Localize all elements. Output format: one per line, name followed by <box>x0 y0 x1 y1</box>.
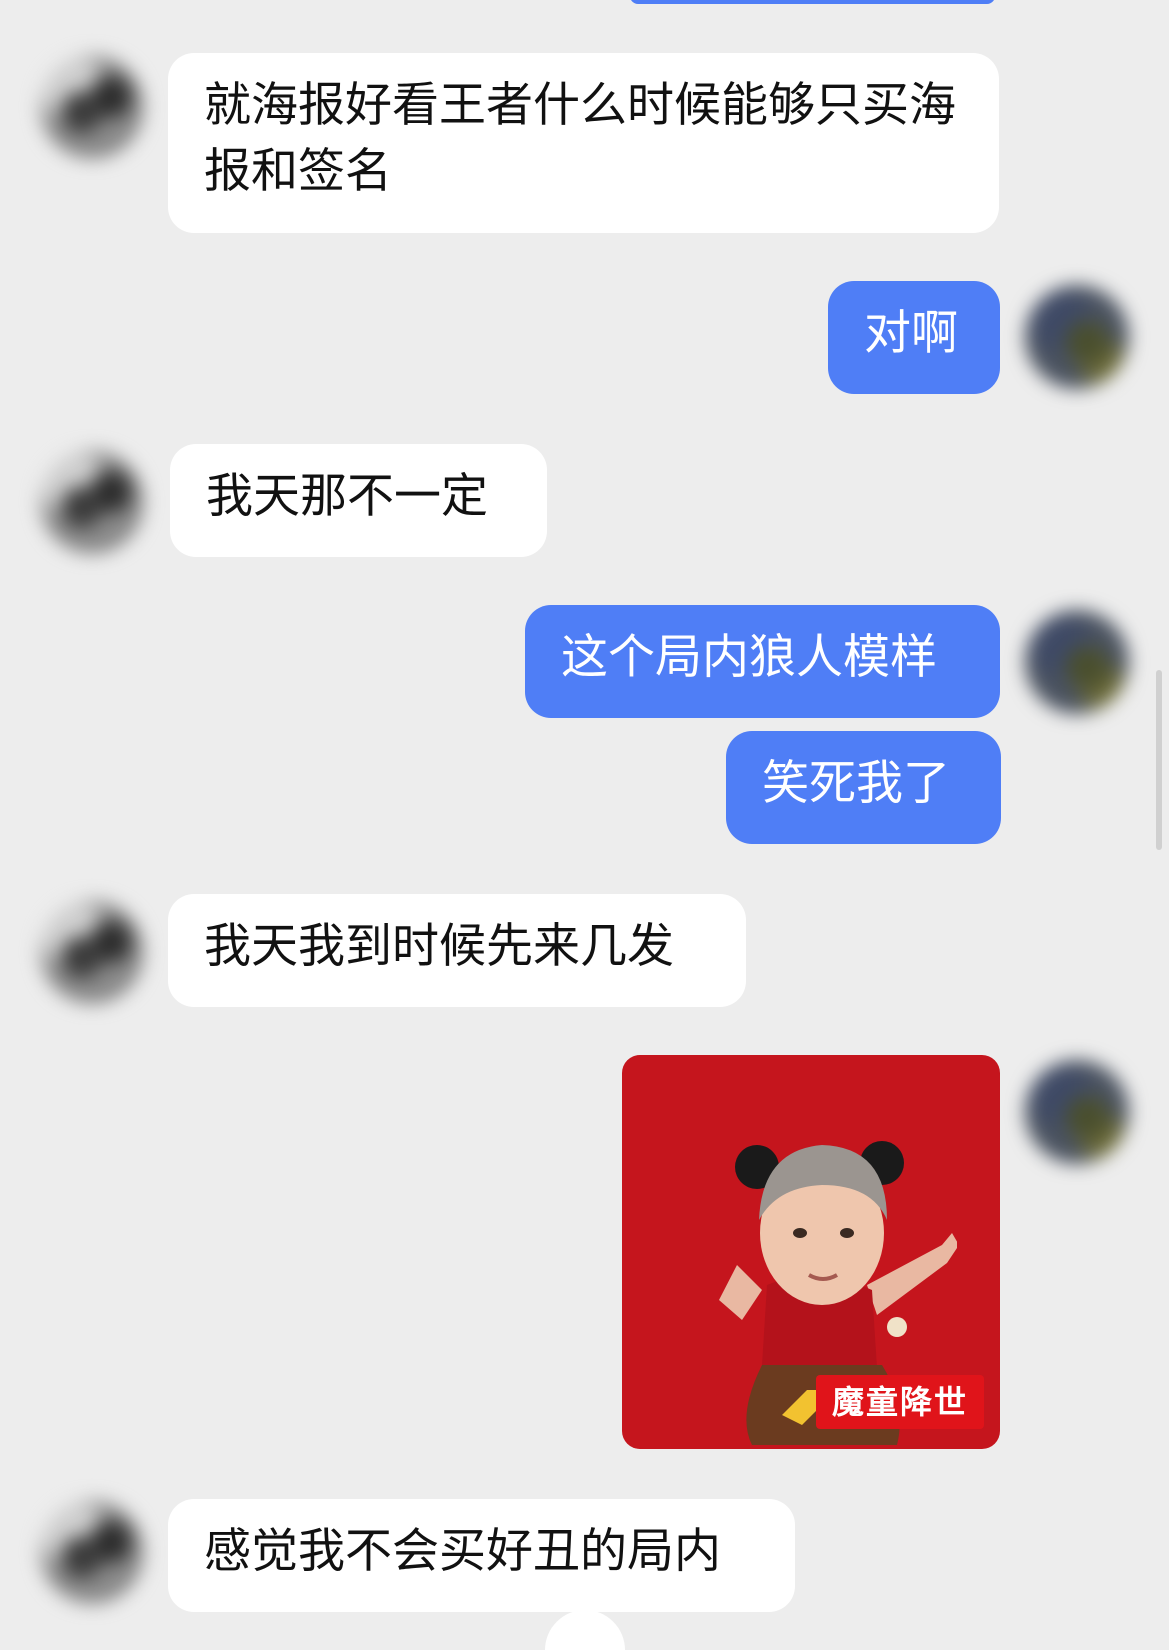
incoming-message-bubble[interactable]: 就海报好看王者什么时候能够只买海报和签名 <box>168 53 999 233</box>
contact-avatar[interactable] <box>40 450 144 554</box>
sticker-image[interactable]: 魔童降世 <box>622 1055 1000 1449</box>
outgoing-message-bubble[interactable]: 笑死我了 <box>726 731 1001 844</box>
incoming-message-bubble[interactable]: 感觉我不会买好丑的局内 <box>168 1499 795 1612</box>
contact-avatar[interactable] <box>40 900 144 1004</box>
contact-avatar[interactable] <box>40 55 144 159</box>
my-avatar[interactable] <box>1025 610 1129 714</box>
contact-avatar[interactable] <box>40 1500 144 1604</box>
scrollbar[interactable] <box>1156 670 1162 850</box>
incoming-message-bubble[interactable]: 我天我到时候先来几发 <box>168 894 746 1007</box>
my-avatar[interactable] <box>1025 285 1129 389</box>
outgoing-message-bubble[interactable]: 这个局内狼人模样 <box>525 605 1000 718</box>
incoming-message-bubble[interactable]: 我天那不一定 <box>170 444 547 557</box>
my-avatar[interactable] <box>1025 1060 1129 1164</box>
sticker-caption: 魔童降世 <box>815 1375 984 1429</box>
chat-thread: 就海报好看王者什么时候能够只买海报和签名 对啊 我天那不一定 这个局内狼人模样 … <box>0 0 1169 1650</box>
next-message-bubble[interactable] <box>545 1610 625 1650</box>
previous-message-bubble[interactable] <box>630 0 995 4</box>
outgoing-message-bubble[interactable]: 对啊 <box>828 281 1000 394</box>
